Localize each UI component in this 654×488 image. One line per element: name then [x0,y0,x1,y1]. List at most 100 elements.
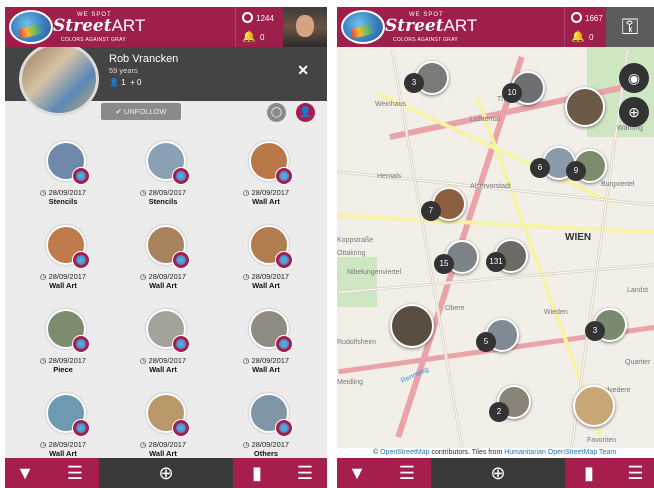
menu-icon[interactable]: ☰ [617,458,654,488]
category-badge-icon [275,251,293,269]
map-label: Ottakring [337,250,366,257]
stats-icon[interactable]: ▮ [237,458,277,488]
category-badge-icon [72,335,90,353]
spot-date: ◷ 28/09/2017 [39,440,87,449]
spot-category: Wall Art [252,197,280,206]
binoculars-icon[interactable]: ◉ [619,63,649,93]
osm-link[interactable]: OpenStreetMap [380,449,429,456]
category-badge-icon [172,167,190,185]
map-label: Meidling [337,379,364,386]
top-bar: WE SPOT StreetART COLORS AGAINST GRAY 16… [337,7,654,47]
spot-item[interactable]: ◷ 28/09/2017 Wall Art [123,225,203,305]
cluster-count[interactable]: 131 [486,252,506,272]
spot-item[interactable]: ◷ 28/09/2017 Stencils [123,141,203,221]
spot-item[interactable]: ◷ 28/09/2017 Wall Art [226,225,306,305]
spot-category: Wall Art [252,365,280,374]
spot-category: Wall Art [49,449,77,458]
hot-link[interactable]: Humanitarian OpenStreetMap Team [504,449,616,456]
spot-date: ◷ 28/09/2017 [39,272,87,281]
map-label: Rudolfsheim [337,339,376,346]
list-icon[interactable]: ☰ [387,458,427,488]
spot-item[interactable]: ◷ 28/09/2017 Wall Art [226,141,306,221]
spot-date: ◷ 28/09/2017 [139,188,187,197]
spot-date: ◷ 28/09/2017 [242,188,290,197]
cluster-count[interactable]: 15 [434,254,454,274]
city-map[interactable]: Thury Weinhaus Hernals Alservorstadt Kop… [337,47,654,458]
add-spot-button[interactable]: ⊕ [431,458,565,488]
cluster-count[interactable]: 3 [585,321,605,341]
category-badge-icon [172,419,190,437]
locate-icon[interactable]: ⊕ [619,97,649,127]
spot-date: ◷ 28/09/2017 [39,356,87,365]
spot-category: Piece [53,365,73,374]
category-badge-icon [275,419,293,437]
key-icon[interactable]: ⚿ [606,7,654,47]
spot-date: ◷ 28/09/2017 [242,356,290,365]
category-badge-icon [72,251,90,269]
spot-item[interactable]: ◷ 28/09/2017 Wall Art [123,309,203,389]
app-logo[interactable] [9,10,53,44]
photo-marker[interactable] [565,87,605,127]
close-icon[interactable]: ✕ [297,62,309,79]
stats-icon[interactable]: ▮ [569,458,609,488]
spot-item[interactable]: ◷ 28/09/2017 Wall Art [226,309,306,389]
following-count: 0 [137,78,142,87]
cluster-count[interactable]: 10 [502,83,522,103]
photo-marker[interactable] [573,385,615,427]
cluster-count[interactable]: 5 [476,332,496,352]
map-label: Weinhaus [375,101,407,108]
bottom-bar: ▼ ☰ ⊕ ▮ ☰ [337,458,654,488]
cluster-count[interactable]: 2 [489,402,509,422]
spot-date: ◷ 28/09/2017 [139,356,187,365]
app-logo[interactable] [341,10,385,44]
map-label: Alservorstadt [470,183,511,190]
category-badge-icon [275,335,293,353]
category-badge-icon [72,167,90,185]
profile-button[interactable]: 👤 [296,103,315,122]
category-badge-icon [172,251,190,269]
spot-date: ◷ 28/09/2017 [242,272,290,281]
filter-icon[interactable]: ▼ [5,458,45,488]
map-label: Lichtental [470,116,500,123]
spot-category: Others [253,449,279,458]
stats-panel[interactable]: 1244 🔔 0 [235,7,277,47]
category-badge-icon [275,167,293,185]
spot-category: Stencils [48,197,78,206]
photo-marker[interactable] [390,304,434,348]
cluster-count[interactable]: 3 [404,73,424,93]
add-spot-button[interactable]: ⊕ [99,458,233,488]
map-label: Wieden [544,309,568,316]
spot-item[interactable]: ◷ 28/09/2017 Wall Art [23,225,103,305]
cluster-count[interactable]: 7 [421,201,441,221]
spots-count: 1244 [256,14,274,23]
map-attribution: © OpenStreetMap contributors. Tiles from… [337,448,654,458]
spot-item[interactable]: ◷ 28/09/2017 Stencils [23,141,103,221]
map-label: Burgviertel [601,181,635,188]
followers-count: 1 [121,78,126,87]
spot-category: Wall Art [49,281,77,290]
stats-panel[interactable]: 1667 🔔 0 [564,7,606,47]
unfollow-button[interactable]: ✔ UNFOLLOW [101,103,181,120]
spots-filter-button[interactable]: ◯ [267,103,286,122]
cluster-count[interactable]: 9 [566,161,586,181]
map-label: Hernals [377,173,402,180]
category-badge-icon [72,419,90,437]
cluster-count[interactable]: 6 [530,158,550,178]
top-bar: WE SPOT StreetART COLORS AGAINST GRAY 12… [5,7,327,47]
user-avatar[interactable] [283,7,327,47]
profile-panel: ✔ UNFOLLOW ◯ 👤 ◷ 28/09/2017 Stencils ◷ 28/… [5,101,327,458]
spot-category: Wall Art [149,365,177,374]
follow-counts: 👤 1 + 0 [109,78,141,87]
menu-icon[interactable]: ☰ [285,458,325,488]
bottom-bar: ▼ ☰ ⊕ ▮ ☰ [5,458,327,488]
profile-name: Rob Vrancken [109,53,179,65]
spot-date: ◷ 28/09/2017 [242,440,290,449]
filter-icon[interactable]: ▼ [337,458,377,488]
spot-item[interactable]: ◷ 28/09/2017 Piece [23,309,103,389]
spot-date: ◷ 28/09/2017 [139,440,187,449]
spot-category: Wall Art [252,281,280,290]
map-label: WIEN [565,232,592,243]
map-label: Landst [627,287,649,294]
map-label: Quartier [625,359,651,366]
list-icon[interactable]: ☰ [55,458,95,488]
